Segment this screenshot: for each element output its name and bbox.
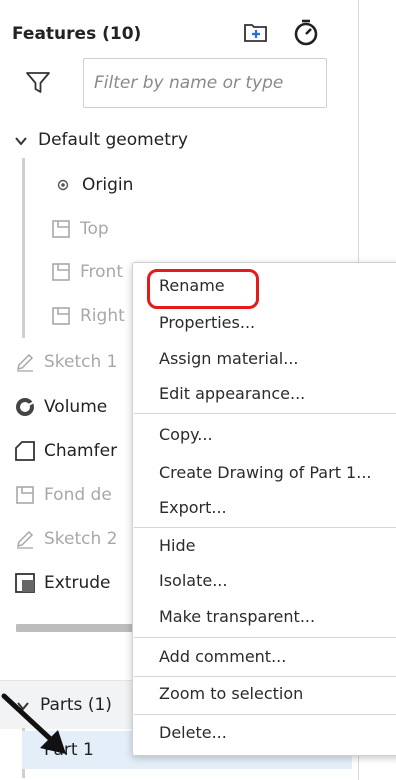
annotation-arrow-icon: [1, 693, 66, 754]
menu-item-zoom-to-selection[interactable]: Zoom to selection: [159, 677, 303, 711]
tree-item-label: Sketch 2: [44, 529, 118, 549]
menu-separator: [134, 413, 396, 414]
tree-item-origin[interactable]: Origin: [52, 167, 133, 203]
menu-item-make-transparent[interactable]: Make transparent...: [159, 600, 315, 634]
add-folder-icon: [243, 21, 269, 47]
menu-item-export[interactable]: Export...: [159, 491, 227, 525]
menu-item-copy[interactable]: Copy...: [159, 418, 213, 452]
origin-icon: [52, 174, 74, 196]
plane-icon: [50, 305, 72, 327]
tree-item-fond[interactable]: Fond de: [14, 477, 112, 513]
pencil-icon: [14, 351, 36, 373]
tree-guide-line: [22, 158, 25, 338]
tree-item-volume[interactable]: Volume: [14, 389, 107, 425]
feature-list-header: Features (10): [12, 18, 342, 50]
menu-item-create-drawing[interactable]: Create Drawing of Part 1...: [159, 456, 371, 490]
add-folder-button[interactable]: [240, 18, 272, 50]
tree-item-sketch-1[interactable]: Sketch 1: [14, 344, 118, 380]
tree-item-label: Front: [80, 262, 123, 282]
menu-item-hide[interactable]: Hide: [159, 529, 195, 563]
tree-item-right-plane[interactable]: Right: [50, 298, 125, 334]
tree-item-front-plane[interactable]: Front: [50, 254, 123, 290]
pencil-icon: [14, 528, 36, 550]
menu-item-edit-appearance[interactable]: Edit appearance...: [159, 377, 305, 411]
chevron-down-icon[interactable]: [14, 133, 28, 147]
tree-item-label: Extrude: [44, 573, 111, 593]
plane-icon: [50, 218, 72, 240]
tree-item-label: Top: [80, 219, 109, 239]
tree-item-label: Volume: [44, 397, 108, 417]
rollback-button[interactable]: [290, 18, 322, 50]
plane-icon: [50, 261, 72, 283]
tree-item-label: Sketch 1: [44, 352, 118, 372]
chamfer-icon: [14, 440, 36, 462]
context-menu: Rename Properties... Assign material... …: [132, 262, 396, 756]
tree-item-label: Right: [80, 306, 125, 326]
plane-icon: [14, 484, 36, 506]
tree-item-label: Chamfer: [44, 441, 118, 461]
menu-separator: [134, 527, 396, 528]
menu-item-assign-material[interactable]: Assign material...: [159, 342, 298, 376]
menu-item-properties[interactable]: Properties...: [159, 306, 255, 340]
filter-row: [25, 58, 335, 110]
menu-item-add-comment[interactable]: Add comment...: [159, 640, 286, 674]
tree-item-top-plane[interactable]: Top: [50, 211, 109, 247]
extrude-icon: [14, 572, 36, 594]
tree-item-extrude[interactable]: Extrude: [14, 565, 110, 601]
menu-item-delete[interactable]: Delete...: [159, 716, 227, 750]
funnel-icon[interactable]: [25, 70, 53, 98]
menu-item-isolate[interactable]: Isolate...: [159, 564, 227, 598]
tree-item-sketch-2[interactable]: Sketch 2: [14, 521, 118, 557]
tree-item-default-geometry[interactable]: Default geometry: [14, 122, 188, 158]
tree-item-label: Default geometry: [38, 130, 188, 150]
volume-icon: [14, 396, 36, 418]
menu-separator: [134, 637, 396, 638]
stopwatch-icon: [292, 18, 320, 50]
tree-item-label: Origin: [82, 175, 134, 195]
tree-item-chamfer[interactable]: Chamfer: [14, 433, 117, 469]
menu-item-rename[interactable]: Rename: [159, 269, 225, 303]
filter-input[interactable]: [83, 58, 327, 108]
menu-separator: [134, 714, 396, 715]
feature-list-title: Features (10): [12, 24, 142, 44]
tree-item-label: Fond de: [44, 485, 112, 505]
